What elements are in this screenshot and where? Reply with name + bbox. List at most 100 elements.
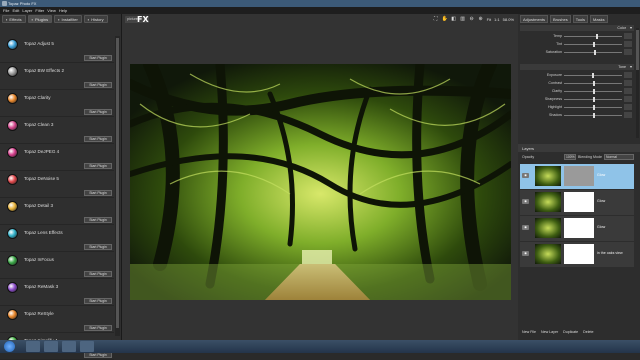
image-canvas[interactable] xyxy=(130,64,511,300)
start-plugin-button[interactable]: Start Plugin xyxy=(84,298,112,304)
tab-masks[interactable]: Masks xyxy=(590,15,608,23)
slider-handle[interactable] xyxy=(593,105,595,110)
layer-mask-thumbnail[interactable] xyxy=(564,166,594,186)
slider-value-box[interactable] xyxy=(624,104,632,110)
taskbar-app-explorer-icon[interactable] xyxy=(26,341,40,352)
plugin-item[interactable]: Topaz DeJPEG 4 Start Plugin xyxy=(0,144,114,171)
plugin-icon: ▪ xyxy=(31,16,33,22)
slider-track[interactable] xyxy=(564,52,622,53)
plugin-item[interactable]: Topaz ReStyle Start Plugin xyxy=(0,306,114,333)
zoom-level[interactable]: 58.0% xyxy=(503,17,514,22)
slider-handle[interactable] xyxy=(593,89,595,94)
slider-value-box[interactable] xyxy=(624,96,632,102)
layer-action-delete[interactable]: Delete xyxy=(583,330,593,334)
layers-title: Layers xyxy=(522,146,535,151)
layer-action-duplicate[interactable]: Duplicate xyxy=(563,330,578,334)
start-plugin-button[interactable]: Start Plugin xyxy=(84,190,112,196)
tab-plugins[interactable]: ▪ Plugins xyxy=(27,15,53,23)
slider-value-box[interactable] xyxy=(624,88,632,94)
plugin-item[interactable]: Topaz Clarity Start Plugin xyxy=(0,90,114,117)
layer-row[interactable]: ◉ Glow xyxy=(520,216,634,241)
slider-track[interactable] xyxy=(564,36,622,37)
plugin-item[interactable]: Topaz DeNoise 5 Start Plugin xyxy=(0,171,114,198)
taskbar-app-topaz-icon[interactable] xyxy=(80,341,94,352)
layer-name: Glow xyxy=(597,173,606,177)
plugin-item[interactable]: Topaz Clean 3 Start Plugin xyxy=(0,117,114,144)
visibility-eye-icon[interactable]: ◉ xyxy=(522,173,529,178)
zoom-in-icon[interactable]: ⊕ xyxy=(478,16,484,22)
zoom-1to1-button[interactable]: 1:1 xyxy=(494,17,500,22)
tab-brushes[interactable]: Brushes xyxy=(550,15,571,23)
slider-value-box[interactable] xyxy=(624,72,632,78)
start-plugin-button[interactable]: Start Plugin xyxy=(84,109,112,115)
menu-item-view[interactable]: View xyxy=(47,8,56,13)
menu-item-filter[interactable]: Filter xyxy=(35,8,44,13)
menu-item-layer[interactable]: Layer xyxy=(22,8,32,13)
slider-value-box[interactable] xyxy=(624,33,632,39)
zoom-fit-button[interactable]: Fit xyxy=(487,17,491,22)
plugin-item[interactable]: Topaz Detail 3 Start Plugin xyxy=(0,198,114,225)
slider-value-box[interactable] xyxy=(624,112,632,118)
menu-item-edit[interactable]: Edit xyxy=(12,8,19,13)
start-button[interactable] xyxy=(4,341,15,352)
slider-value-box[interactable] xyxy=(624,49,632,55)
menu-item-help[interactable]: Help xyxy=(59,8,67,13)
split-view-icon[interactable]: ▥ xyxy=(460,16,466,22)
tab-instafilter[interactable]: ▪ Instafilter xyxy=(54,15,82,23)
adjustments-scrollbar[interactable] xyxy=(636,28,639,138)
slider-handle[interactable] xyxy=(593,97,595,102)
plugin-icon xyxy=(7,309,18,320)
start-plugin-button[interactable]: Start Plugin xyxy=(84,244,112,250)
menu-item-file[interactable]: File xyxy=(3,8,9,13)
start-plugin-button[interactable]: Start Plugin xyxy=(84,136,112,142)
compare-icon[interactable]: ◧ xyxy=(451,16,457,22)
slider-handle[interactable] xyxy=(594,50,597,55)
visibility-eye-icon[interactable]: ◉ xyxy=(522,225,529,230)
visibility-eye-icon[interactable]: ◉ xyxy=(522,199,529,204)
plugin-list-scrollbar[interactable] xyxy=(115,36,120,336)
scrollbar-thumb[interactable] xyxy=(116,38,119,328)
scrollbar-thumb[interactable] xyxy=(636,30,639,70)
plugin-icon xyxy=(7,120,18,131)
plugin-item[interactable]: Topaz Lens Effects Start Plugin xyxy=(0,225,114,252)
crop-icon[interactable]: ⛶ xyxy=(433,16,439,22)
layer-mask-thumbnail[interactable] xyxy=(564,192,594,212)
zoom-out-icon[interactable]: ⊖ xyxy=(469,16,475,22)
opacity-field[interactable]: 100% xyxy=(564,154,576,160)
plugin-item[interactable]: Topaz ReMask 3 Start Plugin xyxy=(0,279,114,306)
slider-value-box[interactable] xyxy=(624,41,632,47)
layer-action-new-file[interactable]: New File xyxy=(522,330,536,334)
slider-handle[interactable] xyxy=(593,113,595,118)
slider-handle[interactable] xyxy=(593,42,595,47)
plugin-item[interactable]: Topaz InFocus Start Plugin xyxy=(0,252,114,279)
slider-handle[interactable] xyxy=(593,81,595,86)
taskbar-app-browser-icon[interactable] xyxy=(44,341,58,352)
blend-mode-select[interactable]: Normal xyxy=(604,154,634,160)
start-plugin-button[interactable]: Start Plugin xyxy=(84,271,112,277)
start-plugin-button[interactable]: Start Plugin xyxy=(84,217,112,223)
layer-row[interactable]: ◉ Glow xyxy=(520,190,634,215)
layer-mask-thumbnail[interactable] xyxy=(564,244,594,264)
start-plugin-button[interactable]: Start Plugin xyxy=(84,325,112,331)
color-section-header[interactable]: Color ▾ xyxy=(520,25,634,31)
tab-tools[interactable]: Tools xyxy=(572,15,589,23)
tab-adjustments[interactable]: Adjustments xyxy=(520,15,549,23)
tab-history[interactable]: ▪ History xyxy=(83,15,108,23)
visibility-eye-icon[interactable]: ◉ xyxy=(522,251,529,256)
layer-action-new-layer[interactable]: New Layer xyxy=(541,330,558,334)
hand-icon[interactable]: ✋ xyxy=(442,16,448,22)
plugin-item[interactable]: Topaz Adjust 5 Start Plugin xyxy=(0,36,114,63)
plugin-item[interactable]: Topaz BW Effects 2 Start Plugin xyxy=(0,63,114,90)
taskbar-app-photoshop-icon[interactable] xyxy=(62,341,76,352)
start-plugin-button[interactable]: Start Plugin xyxy=(84,82,112,88)
start-plugin-button[interactable]: Start Plugin xyxy=(84,55,112,61)
layer-mask-thumbnail[interactable] xyxy=(564,218,594,238)
tab-effects[interactable]: ▪ Effects xyxy=(2,15,26,23)
layer-row[interactable]: ◉ Glow xyxy=(520,164,634,189)
slider-handle[interactable] xyxy=(595,34,598,39)
start-plugin-button[interactable]: Start Plugin xyxy=(84,163,112,169)
layer-row[interactable]: ◉ in the oaks view xyxy=(520,242,634,267)
slider-value-box[interactable] xyxy=(624,80,632,86)
slider-handle[interactable] xyxy=(591,73,594,78)
tone-section-header[interactable]: Tone ▾ xyxy=(520,64,634,70)
